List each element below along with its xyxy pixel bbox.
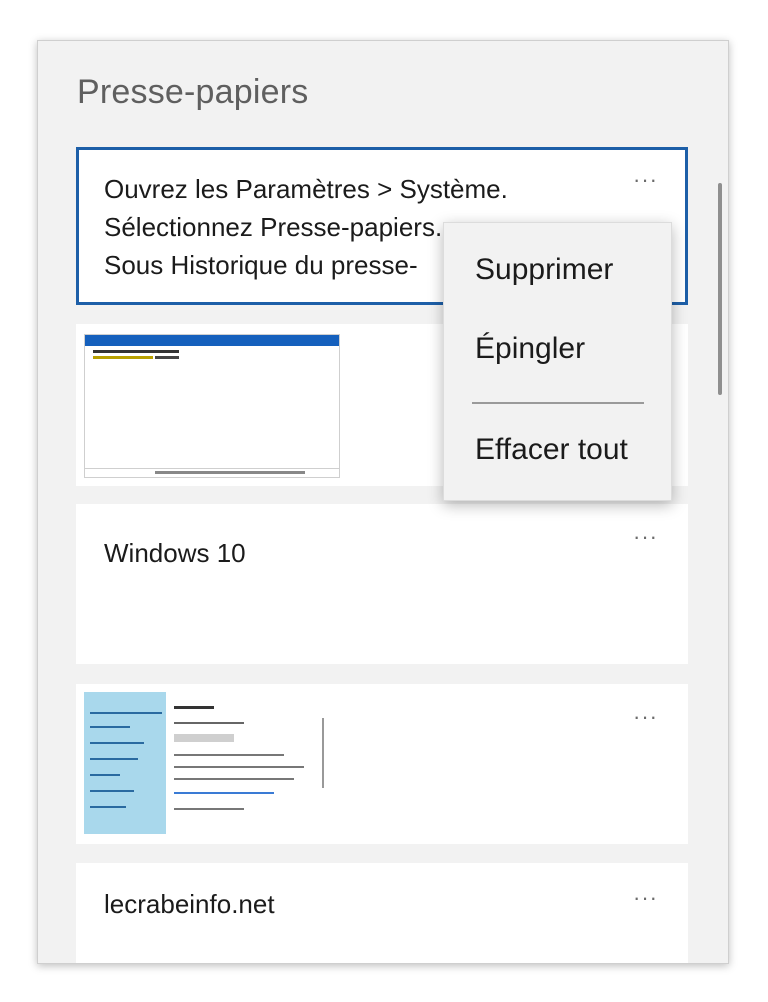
clipboard-text-line: Ouvrez les Paramètres > Système. bbox=[104, 174, 508, 204]
clipboard-item-text[interactable]: Windows 10 ··· bbox=[76, 504, 688, 664]
clipboard-item-image[interactable]: ··· bbox=[76, 684, 688, 844]
clipboard-item-label: lecrabeinfo.net bbox=[104, 889, 275, 919]
menu-item-delete[interactable]: Supprimer bbox=[475, 253, 613, 287]
more-options-button[interactable]: ··· bbox=[633, 885, 658, 911]
screenshot-thumbnail bbox=[84, 334, 340, 478]
more-options-button[interactable]: ··· bbox=[633, 524, 658, 550]
clipboard-panel: Presse-papiers Ouvrez les Paramètres > S… bbox=[37, 40, 729, 964]
menu-item-clear-all[interactable]: Effacer tout bbox=[475, 433, 628, 467]
clipboard-item-label: Windows 10 bbox=[104, 538, 246, 568]
more-options-button[interactable]: ··· bbox=[633, 704, 658, 730]
menu-separator bbox=[472, 402, 644, 404]
menu-item-pin[interactable]: Épingler bbox=[475, 332, 585, 366]
scrollbar-thumb[interactable] bbox=[718, 183, 722, 395]
screenshot-thumbnail bbox=[84, 692, 328, 834]
context-menu: Supprimer Épingler Effacer tout bbox=[443, 222, 672, 501]
more-options-button[interactable]: ··· bbox=[633, 167, 658, 193]
clipboard-item-text[interactable]: lecrabeinfo.net ··· bbox=[76, 863, 688, 963]
panel-title: Presse-papiers bbox=[77, 73, 309, 111]
